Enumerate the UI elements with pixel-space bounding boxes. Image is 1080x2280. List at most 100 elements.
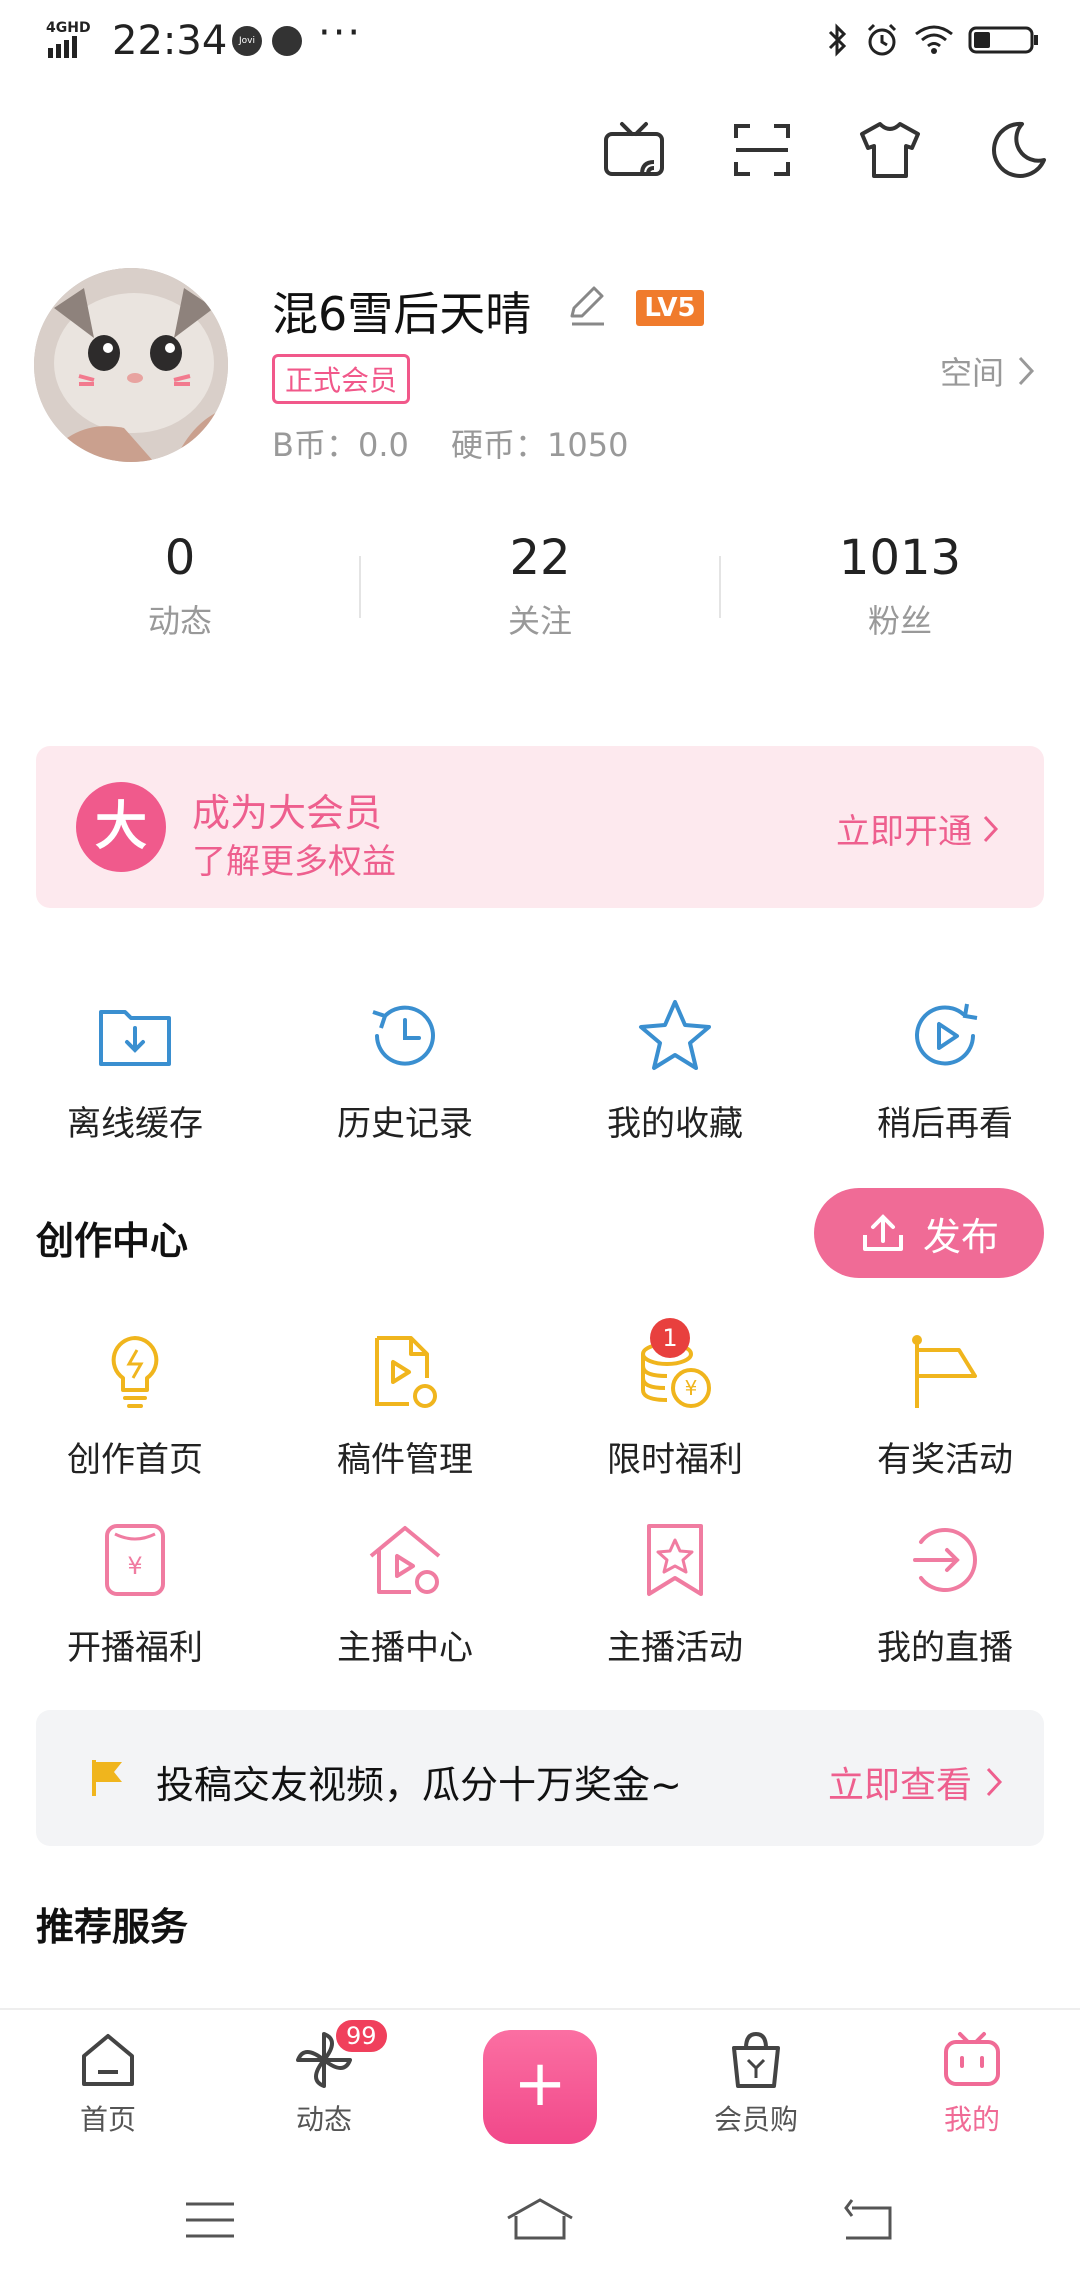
status-right-icons	[826, 22, 1040, 58]
creation-home[interactable]: 创作首页	[0, 1332, 270, 1481]
creation-label: 有奖活动	[877, 1440, 1013, 1480]
live-welfare-icon: ¥	[105, 1524, 165, 1596]
shirt-icon[interactable]	[858, 118, 922, 182]
bookmark-star-icon	[647, 1524, 703, 1596]
nav-member-shop[interactable]: 会员购	[648, 2010, 864, 2160]
creation-manuscripts[interactable]: 稿件管理	[270, 1332, 540, 1481]
nav-home[interactable]: 首页	[0, 2010, 216, 2160]
promo-text: 投稿交友视频，瓜分十万奖金~	[156, 1763, 682, 1807]
vip-banner[interactable]: 大 成为大会员 了解更多权益 立即开通	[36, 746, 1044, 908]
creation-row-1: 创作首页 稿件管理 ¥ 1 限时福利 有奖活动	[0, 1318, 1080, 1481]
space-label: 空间	[939, 354, 1004, 392]
chevron-right-icon	[1018, 356, 1035, 386]
nav-label: 会员购	[713, 2103, 798, 2136]
nav-label: 首页	[79, 2103, 136, 2136]
home-gesture-icon[interactable]	[504, 2196, 576, 2242]
level-badge: LV5	[636, 290, 704, 326]
promo-banner[interactable]: 投稿交友视频，瓜分十万奖金~ 立即查看	[36, 1710, 1044, 1846]
home-icon	[82, 2034, 134, 2086]
svg-text:¥: ¥	[127, 1552, 142, 1580]
avatar[interactable]	[34, 268, 228, 462]
notification-badge: 1	[650, 1318, 690, 1358]
top-toolbar	[602, 118, 1050, 182]
promo-view-label: 立即查看	[827, 1765, 972, 1806]
creation-label: 主播活动	[607, 1628, 743, 1668]
creation-live-welfare[interactable]: ¥ 开播福利	[0, 1520, 270, 1669]
creation-center-title: 创作中心	[36, 1219, 189, 1263]
watch-later-icon	[915, 1003, 978, 1066]
creation-prize-activities[interactable]: 有奖活动	[810, 1332, 1080, 1481]
stat-fans[interactable]: 1013 粉丝	[720, 530, 1080, 642]
creation-label: 主播中心	[337, 1628, 473, 1668]
creation-my-live[interactable]: 我的直播	[810, 1520, 1080, 1669]
publish-button[interactable]: 发布	[814, 1188, 1044, 1278]
quick-label: 我的收藏	[607, 1104, 743, 1144]
stat-label: 动态	[147, 602, 212, 640]
stat-value: 1013	[838, 530, 962, 586]
quick-history[interactable]: 历史记录	[270, 996, 540, 1145]
promo-view-button[interactable]: 立即查看	[828, 1756, 1004, 1808]
vip-open-button[interactable]: 立即开通	[836, 804, 1000, 853]
moon-icon[interactable]	[986, 118, 1050, 182]
nav-publish[interactable]: +	[432, 2010, 648, 2160]
stat-following[interactable]: 22 关注	[360, 530, 720, 642]
stat-value: 0	[164, 530, 196, 586]
upload-icon	[862, 1214, 903, 1251]
scan-icon[interactable]	[730, 118, 794, 182]
wifi-icon	[915, 25, 953, 54]
status-bar: 4GHD 22:34 Jovi ···	[0, 0, 1080, 84]
network-type-label: 4GHD	[46, 20, 91, 36]
nav-mine[interactable]: 我的	[864, 2010, 1080, 2160]
chevron-right-icon	[983, 815, 999, 842]
creation-label: 稿件管理	[337, 1440, 473, 1480]
flag-icon	[92, 1760, 122, 1796]
creation-streamer-activities[interactable]: 主播活动	[540, 1520, 810, 1669]
status-time: 22:34	[112, 18, 228, 64]
coins-text: B币：0.0 硬币：1050	[272, 426, 629, 464]
tv-cast-icon[interactable]	[602, 118, 666, 182]
quick-favorites[interactable]: 我的收藏	[540, 996, 810, 1145]
bottom-nav: 首页 99 动态 + 会员购 我的	[0, 2008, 1080, 2160]
creation-row-2: ¥ 开播福利 主播中心 主播活动 我的直播	[0, 1520, 1080, 1669]
vip-icon: 大	[76, 782, 166, 872]
menu-icon[interactable]	[184, 2200, 236, 2240]
creation-label: 我的直播	[877, 1628, 1013, 1668]
username: 混6雪后天晴	[272, 287, 532, 341]
planet-icon	[272, 26, 302, 56]
quick-label: 离线缓存	[67, 1104, 203, 1144]
creation-limited-welfare[interactable]: ¥ 1 限时福利	[540, 1318, 810, 1481]
back-icon[interactable]	[842, 2196, 894, 2242]
plus-icon: +	[483, 2030, 597, 2144]
member-badge: 正式会员	[272, 354, 411, 404]
nav-dynamics[interactable]: 99 动态	[216, 2010, 432, 2160]
recommended-title: 推荐服务	[36, 1905, 189, 1949]
publish-label: 发布	[922, 1214, 999, 1259]
creation-streamer-center[interactable]: 主播中心	[270, 1520, 540, 1669]
stats-row: 0 动态 22 关注 1013 粉丝	[0, 530, 1080, 642]
signal-icon: 4GHD	[46, 18, 106, 62]
battery-icon	[968, 26, 1038, 54]
divider	[719, 556, 721, 618]
vip-open-label: 立即开通	[836, 812, 972, 852]
lightbulb-icon	[111, 1336, 159, 1408]
nav-label: 我的	[943, 2103, 1000, 2136]
system-nav-bar	[0, 2160, 1080, 2280]
bilibili-tv-icon	[944, 2032, 1000, 2086]
quick-offline-cache[interactable]: 离线缓存	[0, 996, 270, 1145]
shopping-bag-icon	[732, 2031, 780, 2088]
nav-label: 动态	[295, 2103, 352, 2136]
stat-value: 22	[509, 530, 571, 586]
notification-badge: 99	[334, 2018, 389, 2054]
divider	[359, 556, 361, 618]
stat-label: 关注	[507, 602, 572, 640]
quick-watch-later[interactable]: 稍后再看	[810, 996, 1080, 1145]
chevron-right-icon	[986, 1767, 1003, 1797]
jovi-icon: Jovi	[232, 26, 262, 56]
space-link[interactable]: 空间	[940, 348, 1036, 394]
edit-icon[interactable]	[564, 282, 610, 328]
stat-dynamics[interactable]: 0 动态	[0, 530, 360, 642]
manuscript-icon	[375, 1336, 437, 1408]
streamer-home-icon	[369, 1526, 441, 1594]
stat-label: 粉丝	[867, 602, 932, 640]
star-icon	[639, 1000, 711, 1070]
